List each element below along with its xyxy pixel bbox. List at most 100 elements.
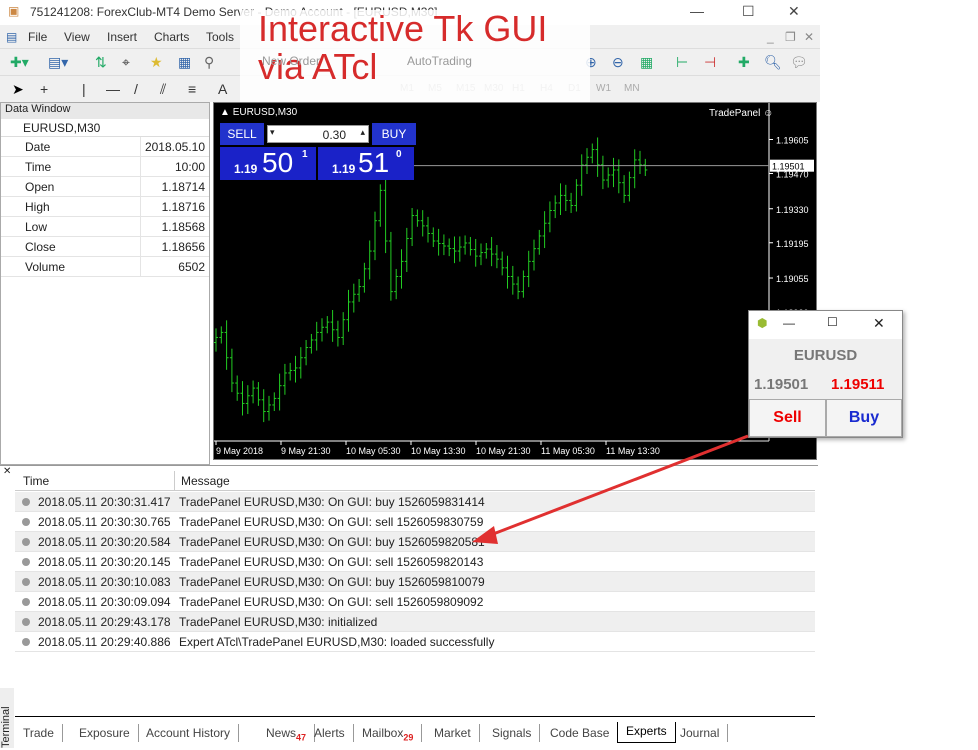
vertical-line-icon[interactable]: |	[82, 81, 86, 97]
timeframe-w1[interactable]: W1	[596, 83, 611, 94]
indicators-icon[interactable]: ✚	[738, 54, 750, 71]
tk-buy-button[interactable]: Buy	[826, 399, 902, 437]
navigator-icon[interactable]: ★	[150, 54, 163, 71]
log-time: 2018.05.11 20:30:31.417	[38, 495, 171, 509]
fibonacci-icon[interactable]: ≡	[188, 81, 196, 97]
price-bar	[521, 270, 526, 298]
col-time[interactable]: Time	[23, 471, 175, 491]
zoom-in-icon[interactable]: ⊕	[585, 54, 597, 71]
text-icon[interactable]: A	[218, 81, 227, 97]
app-icon: ▣	[8, 4, 20, 18]
timeframe-d1[interactable]: D1	[568, 83, 581, 94]
lots-input[interactable]: ▾ 0.30 ▴	[267, 125, 369, 143]
log-header: Time Message	[15, 471, 815, 491]
autoscroll-icon[interactable]: ⊢	[676, 54, 688, 71]
profiles-icon[interactable]: ▤▾	[48, 54, 68, 71]
sell-button[interactable]: SELL	[220, 123, 264, 145]
price-bar	[277, 373, 282, 411]
log-row[interactable]: 2018.05.11 20:29:43.178 TradePanel EURUSD…	[15, 612, 815, 632]
new-order-button[interactable]: New Order	[262, 54, 320, 68]
tab-market[interactable]: Market	[426, 724, 480, 742]
tab-experts[interactable]: Experts	[617, 722, 676, 743]
tab-trade[interactable]: Trade	[15, 724, 63, 742]
data-row: Date 2018.05.10	[1, 137, 209, 157]
tab-signals[interactable]: Signals	[484, 724, 541, 742]
y-tick-label: 1.19195	[776, 239, 809, 249]
ask-price[interactable]: 1.19 51 0	[318, 147, 414, 180]
chart-symbol-label: ▲ EURUSD,M30	[220, 107, 298, 118]
log-message: TradePanel EURUSD,M30: On GUI: buy 15260…	[179, 495, 485, 509]
new-chart-icon[interactable]: ✚▾	[10, 54, 29, 71]
tab-alerts[interactable]: Alerts	[306, 724, 354, 742]
chart-shift-icon[interactable]: ⊣	[704, 54, 716, 71]
timeframe-m5[interactable]: M5	[428, 83, 442, 94]
tab-account-history[interactable]: Account History	[138, 724, 240, 742]
tester-icon[interactable]: ⚲	[204, 54, 214, 71]
timeframe-m1[interactable]: M1	[400, 83, 414, 94]
log-status-icon	[22, 518, 30, 526]
mdi-restore[interactable]: ❐	[785, 30, 796, 44]
bid-fraction: 1	[302, 149, 308, 160]
chat-icon[interactable]: 💬︎	[790, 54, 808, 71]
cursor-icon[interactable]: ➤	[12, 81, 24, 98]
tab-journal[interactable]: Journal	[672, 724, 729, 742]
data-row: Close 1.18656	[1, 237, 209, 257]
crosshair-tool-icon[interactable]: +	[40, 81, 48, 97]
market-watch-icon[interactable]: ⇅	[95, 54, 107, 71]
menu-insert[interactable]: Insert	[107, 30, 137, 44]
timeframe-mn[interactable]: MN	[624, 83, 640, 94]
buy-button[interactable]: BUY	[372, 123, 416, 145]
menu-charts[interactable]: Charts	[154, 30, 189, 44]
log-row[interactable]: 2018.05.11 20:30:20.145 TradePanel EURUSD…	[15, 552, 815, 572]
tile-icon[interactable]: ▦	[640, 54, 653, 71]
zoom-out-icon[interactable]: ⊖	[612, 54, 624, 71]
price-bar	[351, 283, 356, 313]
autotrading-button[interactable]: AutoTrading	[407, 54, 472, 68]
log-row[interactable]: 2018.05.11 20:29:40.886 Expert ATcl\Trade…	[15, 632, 815, 652]
tab-mailbox[interactable]: Mailbox29	[354, 724, 423, 742]
trendline-icon[interactable]: /	[134, 81, 138, 97]
menu-view[interactable]: View	[64, 30, 90, 44]
col-message[interactable]: Message	[181, 471, 230, 491]
x-tick-label: 10 May 21:30	[476, 446, 531, 456]
tab-code-base[interactable]: Code Base	[542, 724, 619, 742]
tk-maximize-button[interactable]: ☐	[827, 315, 838, 329]
log-row[interactable]: 2018.05.11 20:30:09.094 TradePanel EURUSD…	[15, 592, 815, 612]
tab-exposure[interactable]: Exposure	[71, 724, 139, 742]
terminal-icon[interactable]: ▦	[178, 54, 191, 71]
timeframe-h1[interactable]: H1	[512, 83, 525, 94]
timeframe-h4[interactable]: H4	[540, 83, 553, 94]
timeframe-m15[interactable]: M15	[456, 83, 475, 94]
search-icon[interactable]: 🔍︎	[764, 54, 782, 71]
terminal-close-icon[interactable]: ✕	[3, 466, 11, 477]
mdi-minimize[interactable]: _	[767, 30, 774, 44]
log-row[interactable]: 2018.05.11 20:30:30.765 TradePanel EURUSD…	[15, 512, 815, 532]
decrease-lots-icon[interactable]: ▾	[270, 127, 275, 138]
minimize-button[interactable]: —	[690, 3, 704, 19]
data-label: Open	[1, 177, 141, 196]
price-bar	[643, 158, 648, 177]
increase-lots-icon[interactable]: ▴	[360, 127, 365, 138]
price-bar	[494, 245, 499, 269]
price-bar	[357, 279, 362, 302]
log-row[interactable]: 2018.05.11 20:30:31.417 TradePanel EURUSD…	[15, 492, 815, 512]
channel-icon[interactable]: ⫽	[160, 81, 166, 98]
horizontal-line-icon[interactable]: —	[106, 81, 120, 97]
log-row[interactable]: 2018.05.11 20:30:10.083 TradePanel EURUSD…	[15, 572, 815, 592]
menu-file[interactable]: File	[28, 30, 47, 44]
log-row[interactable]: 2018.05.11 20:30:20.584 TradePanel EURUSD…	[15, 532, 815, 552]
doc-icon: ▤	[6, 30, 18, 44]
maximize-button[interactable]: ☐	[742, 3, 755, 20]
close-button[interactable]: ✕	[788, 3, 800, 20]
tk-sell-button[interactable]: Sell	[749, 399, 826, 437]
menu-tools[interactable]: Tools	[206, 30, 234, 44]
crosshair-icon[interactable]: ⌖	[122, 54, 130, 71]
tk-minimize-button[interactable]: —	[783, 316, 795, 330]
timeframe-m30[interactable]: M30	[484, 83, 503, 94]
bid-price[interactable]: 1.19 50 1	[220, 147, 316, 180]
tk-close-button[interactable]: ✕	[873, 315, 885, 332]
price-bar	[441, 234, 446, 256]
price-chart[interactable]: 1.196051.194701.193301.191951.190551.189…	[213, 102, 817, 460]
bid-pips: 50	[262, 147, 294, 178]
mdi-close[interactable]: ✕	[804, 30, 814, 44]
